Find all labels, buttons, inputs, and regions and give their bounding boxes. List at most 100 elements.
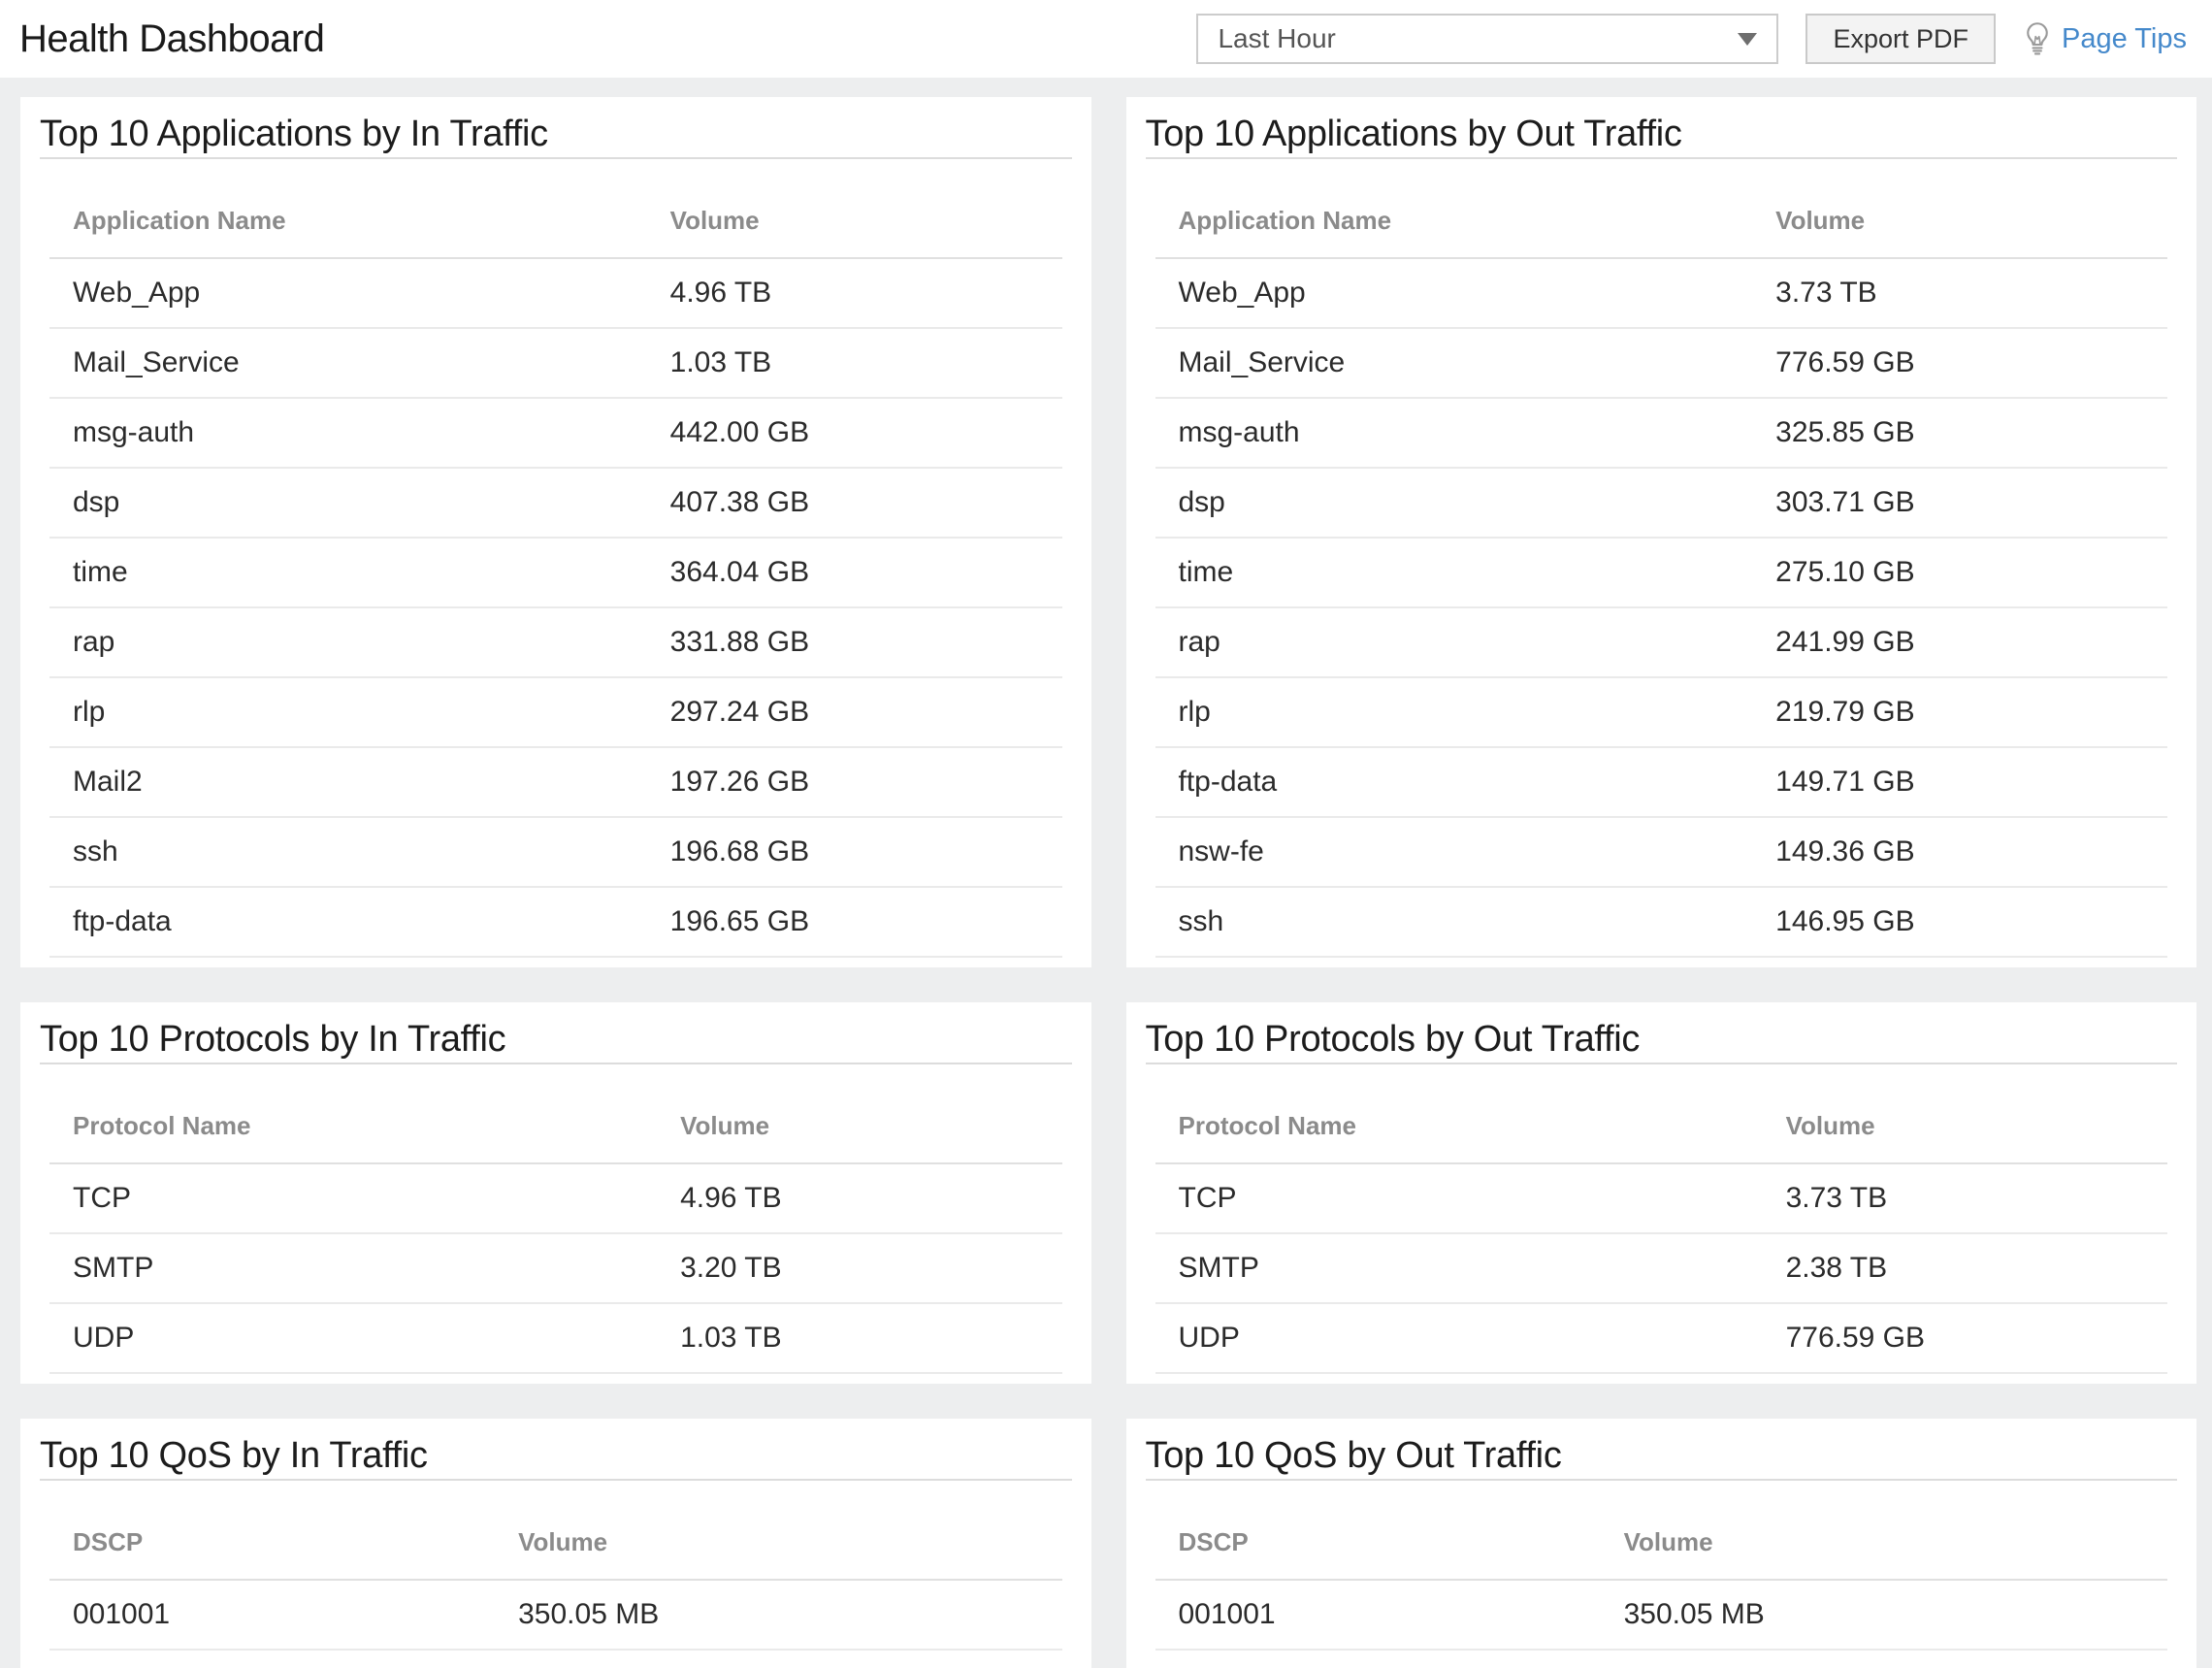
page-header: Health Dashboard Last Hour Export PDF Pa…: [0, 0, 2212, 78]
row-name: UDP: [49, 1303, 657, 1373]
row-volume: 149.71 GB: [1752, 747, 2167, 817]
table-row: ftp-data149.71 GB: [1155, 747, 2168, 817]
panel-table: DSCP Volume 001001350.05 MBDefault349.17…: [49, 1481, 1062, 1668]
column-header-name: Protocol Name: [49, 1064, 657, 1163]
row-volume: 1.03 TB: [657, 1303, 1061, 1373]
row-name: rlp: [49, 677, 647, 747]
row-name: ftp-data: [49, 887, 647, 957]
panel-table: Protocol Name Volume TCP4.96 TBSMTP3.20 …: [49, 1064, 1062, 1374]
panel: Top 10 Protocols by In Traffic Protocol …: [20, 1002, 1091, 1384]
dashboard-grid: Top 10 Applications by In Traffic Applic…: [0, 78, 2212, 1668]
row-name: TCP: [1155, 1163, 1763, 1233]
table-row: dsp303.71 GB: [1155, 468, 2168, 538]
row-name: 001001: [1155, 1580, 1601, 1650]
panel-title: Top 10 QoS by Out Traffic: [1146, 1432, 2178, 1481]
page-tips-label: Page Tips: [2062, 23, 2187, 55]
table-row: rap331.88 GB: [49, 607, 1062, 677]
column-header-name: DSCP: [49, 1481, 495, 1580]
time-range-value: Last Hour: [1218, 23, 1335, 54]
table-row: msg-auth325.85 GB: [1155, 398, 2168, 468]
table-row: time364.04 GB: [49, 538, 1062, 607]
column-header-volume: Volume: [495, 1481, 1061, 1580]
table-row: rap241.99 GB: [1155, 607, 2168, 677]
table-row: 001001350.05 MB: [1155, 1580, 2168, 1650]
table-row: Mail2197.26 GB: [49, 747, 1062, 817]
table-header-row: Application Name Volume: [49, 159, 1062, 258]
row-name: ssh: [1155, 887, 1753, 957]
table-header-row: DSCP Volume: [1155, 1481, 2168, 1580]
table-row: Mail_Service1.03 TB: [49, 328, 1062, 398]
column-header-volume: Volume: [1752, 159, 2167, 258]
time-range-select[interactable]: Last Hour: [1196, 14, 1778, 64]
row-name: ssh: [49, 817, 647, 887]
row-name: UDP: [1155, 1303, 1763, 1373]
row-volume: 219.79 GB: [1752, 677, 2167, 747]
table-row: Default349.17 MB: [49, 1650, 1062, 1668]
row-volume: 776.59 GB: [1763, 1303, 2167, 1373]
row-volume: 4.96 TB: [657, 1163, 1061, 1233]
row-name: SMTP: [1155, 1233, 1763, 1303]
row-name: time: [1155, 538, 1753, 607]
table-row: ssh146.95 GB: [1155, 887, 2168, 957]
row-name: ftp-data: [1155, 747, 1753, 817]
row-volume: 149.36 GB: [1752, 817, 2167, 887]
column-header-name: Application Name: [1155, 159, 1753, 258]
panel-title: Top 10 Applications by In Traffic: [40, 111, 1072, 159]
row-name: msg-auth: [49, 398, 647, 468]
row-volume: 196.68 GB: [647, 817, 1062, 887]
row-name: Web_App: [1155, 258, 1753, 328]
panel-title: Top 10 Protocols by In Traffic: [40, 1016, 1072, 1064]
row-name: rlp: [1155, 677, 1753, 747]
panel-table: Application Name Volume Web_App4.96 TBMa…: [49, 159, 1062, 958]
row-name: Mail_Service: [49, 328, 647, 398]
row-volume: 349.17 MB: [1601, 1650, 2167, 1668]
row-name: msg-auth: [1155, 398, 1753, 468]
export-pdf-button[interactable]: Export PDF: [1805, 14, 1996, 64]
row-volume: 1.03 TB: [647, 328, 1062, 398]
table-row: msg-auth442.00 GB: [49, 398, 1062, 468]
row-name: 001001: [49, 1580, 495, 1650]
table-header-row: Protocol Name Volume: [49, 1064, 1062, 1163]
panel: Top 10 Applications by Out Traffic Appli…: [1126, 97, 2197, 967]
row-volume: 325.85 GB: [1752, 398, 2167, 468]
panel-table: Protocol Name Volume TCP3.73 TBSMTP2.38 …: [1155, 1064, 2168, 1374]
table-row: UDP1.03 TB: [49, 1303, 1062, 1373]
row-volume: 776.59 GB: [1752, 328, 2167, 398]
column-header-name: Protocol Name: [1155, 1064, 1763, 1163]
row-volume: 442.00 GB: [647, 398, 1062, 468]
table-row: ssh196.68 GB: [49, 817, 1062, 887]
row-volume: 2.38 TB: [1763, 1233, 2167, 1303]
page-tips-link[interactable]: Page Tips: [2023, 21, 2193, 56]
chevron-down-icon: [1738, 33, 1757, 46]
row-volume: 350.05 MB: [495, 1580, 1061, 1650]
table-row: dsp407.38 GB: [49, 468, 1062, 538]
panel: Top 10 QoS by Out Traffic DSCP Volume 00…: [1126, 1419, 2197, 1668]
table-header-row: DSCP Volume: [49, 1481, 1062, 1580]
panel: Top 10 QoS by In Traffic DSCP Volume 001…: [20, 1419, 1091, 1668]
table-row: rlp219.79 GB: [1155, 677, 2168, 747]
row-name: Mail2: [49, 747, 647, 817]
row-name: Web_App: [49, 258, 647, 328]
panel-title: Top 10 Protocols by Out Traffic: [1146, 1016, 2178, 1064]
row-name: TCP: [49, 1163, 657, 1233]
column-header-name: Application Name: [49, 159, 647, 258]
row-name: dsp: [1155, 468, 1753, 538]
row-volume: 3.20 TB: [657, 1233, 1061, 1303]
table-row: TCP4.96 TB: [49, 1163, 1062, 1233]
table-row: Mail_Service776.59 GB: [1155, 328, 2168, 398]
row-name: time: [49, 538, 647, 607]
panel: Top 10 Applications by In Traffic Applic…: [20, 97, 1091, 967]
panel-title: Top 10 Applications by Out Traffic: [1146, 111, 2178, 159]
row-name: nsw-fe: [1155, 817, 1753, 887]
table-row: SMTP2.38 TB: [1155, 1233, 2168, 1303]
row-name: Default: [49, 1650, 495, 1668]
column-header-volume: Volume: [1763, 1064, 2167, 1163]
row-volume: 407.38 GB: [647, 468, 1062, 538]
row-volume: 196.65 GB: [647, 887, 1062, 957]
row-volume: 197.26 GB: [647, 747, 1062, 817]
row-name: rap: [49, 607, 647, 677]
table-row: UDP776.59 GB: [1155, 1303, 2168, 1373]
row-volume: 349.17 MB: [495, 1650, 1061, 1668]
row-name: rap: [1155, 607, 1753, 677]
column-header-name: DSCP: [1155, 1481, 1601, 1580]
